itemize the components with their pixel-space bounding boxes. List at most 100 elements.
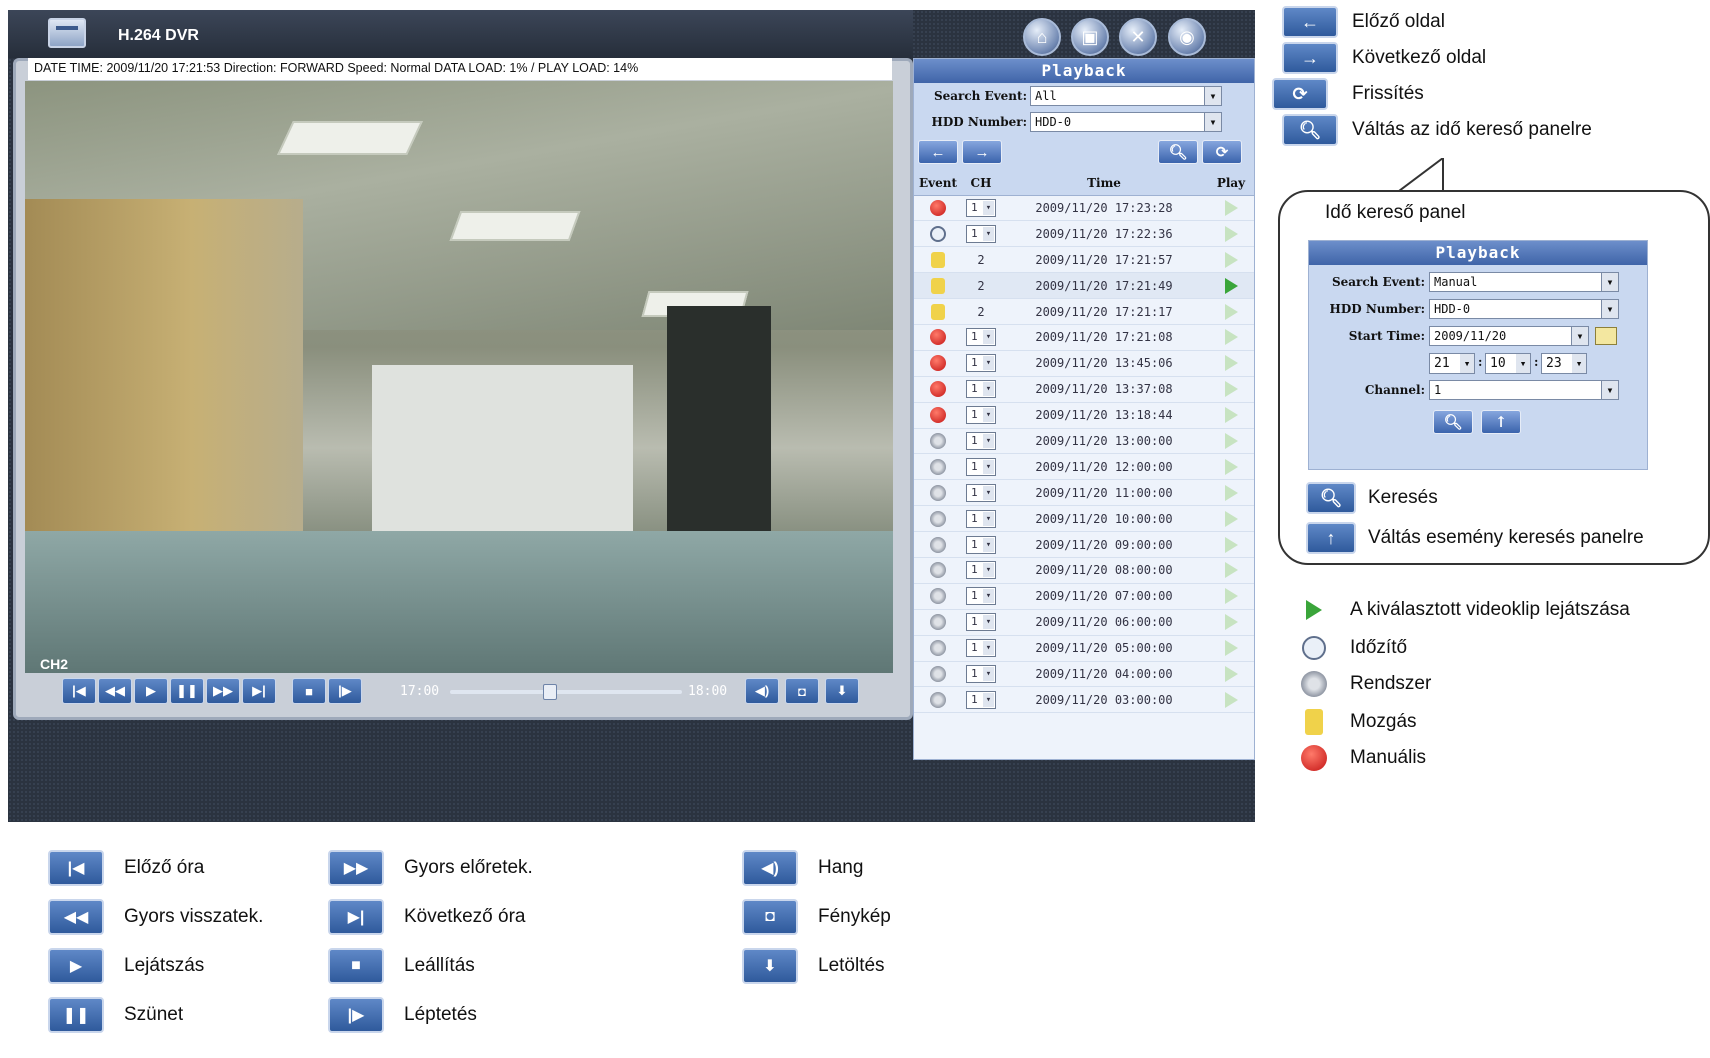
channel-select[interactable]: 1 bbox=[966, 457, 996, 476]
home-icon[interactable]: ⌂ bbox=[1023, 18, 1061, 56]
play-icon[interactable] bbox=[1224, 691, 1238, 708]
audio-button[interactable]: ◀) bbox=[745, 678, 779, 704]
channel-select[interactable]: 1 bbox=[966, 198, 996, 217]
event-row[interactable]: 12009/11/20 08:00:00 bbox=[914, 557, 1254, 584]
legend-prev-page: ← Előző oldal bbox=[1282, 6, 1445, 38]
event-row[interactable]: 12009/11/20 05:00:00 bbox=[914, 635, 1254, 662]
hdd-number-select[interactable]: HDD-0 bbox=[1030, 112, 1222, 132]
channel-select[interactable]: 1 bbox=[966, 639, 996, 658]
ts-switch-event-button[interactable]: ↑ bbox=[1481, 410, 1521, 434]
play-icon[interactable] bbox=[1224, 277, 1238, 294]
event-row[interactable]: 12009/11/20 17:22:36 bbox=[914, 220, 1254, 248]
playback-mode-icon[interactable]: ▣ bbox=[1071, 18, 1109, 56]
channel-select[interactable]: 1 bbox=[966, 406, 996, 425]
event-row[interactable]: 2 2009/11/20 17:21:49 bbox=[914, 272, 1254, 300]
legend-next-hour-text: Következő óra bbox=[404, 906, 526, 927]
network-icon[interactable]: ◉ bbox=[1168, 18, 1206, 56]
channel-select[interactable]: 1 bbox=[966, 690, 996, 709]
channel-select[interactable]: 1 bbox=[966, 509, 996, 528]
channel-select[interactable]: 1 bbox=[966, 535, 996, 554]
play-icon[interactable] bbox=[1224, 381, 1238, 398]
channel-value: 2 bbox=[977, 278, 985, 293]
play-icon[interactable] bbox=[1224, 665, 1238, 682]
tools-icon[interactable]: ✕ bbox=[1119, 18, 1157, 56]
play-icon[interactable] bbox=[1224, 329, 1238, 346]
event-row[interactable]: 12009/11/20 11:00:00 bbox=[914, 479, 1254, 507]
step-button[interactable]: |▶ bbox=[328, 678, 362, 704]
channel-select[interactable]: 1 bbox=[966, 354, 996, 373]
play-icon[interactable] bbox=[1224, 355, 1238, 372]
next-page-button[interactable]: → bbox=[962, 140, 1002, 164]
event-row[interactable]: 12009/11/20 13:00:00 bbox=[914, 428, 1254, 455]
play-icon[interactable] bbox=[1224, 614, 1238, 631]
play-icon[interactable] bbox=[1224, 510, 1238, 527]
snapshot-button[interactable]: ◘ bbox=[785, 678, 819, 704]
play-button[interactable]: ▶ bbox=[134, 678, 168, 704]
event-row[interactable]: 12009/11/20 07:00:00 bbox=[914, 583, 1254, 610]
person-icon bbox=[931, 251, 945, 268]
event-row[interactable]: 12009/11/20 10:00:00 bbox=[914, 505, 1254, 533]
play-icon[interactable] bbox=[1224, 251, 1238, 268]
legend-audio-text: Hang bbox=[818, 857, 864, 878]
rewind-button[interactable]: ◀◀ bbox=[98, 678, 132, 704]
play-icon[interactable] bbox=[1224, 562, 1238, 579]
timeline-slider-thumb[interactable] bbox=[542, 684, 557, 700]
play-icon[interactable] bbox=[1224, 225, 1238, 242]
ts-search-button[interactable]: 🔍︎ bbox=[1433, 410, 1473, 434]
time-search-button[interactable]: 🔍︎ bbox=[1158, 140, 1198, 164]
channel-select[interactable]: 1 bbox=[966, 483, 996, 502]
play-icon[interactable] bbox=[1224, 536, 1238, 553]
play-icon[interactable] bbox=[1224, 484, 1238, 501]
play-icon[interactable] bbox=[1224, 407, 1238, 424]
legend-snapshot-text: Fénykép bbox=[818, 906, 891, 927]
event-row[interactable]: 12009/11/20 06:00:00 bbox=[914, 609, 1254, 636]
channel-select[interactable]: 1 bbox=[966, 328, 996, 347]
channel-select[interactable]: 1 bbox=[966, 561, 996, 580]
channel-select[interactable]: 1 bbox=[966, 224, 996, 243]
ts-search-event-select[interactable]: Manual bbox=[1429, 272, 1619, 292]
channel-select[interactable]: 1 bbox=[966, 664, 996, 683]
event-row[interactable]: 12009/11/20 12:00:00 bbox=[914, 453, 1254, 481]
event-row[interactable]: 12009/11/20 09:00:00 bbox=[914, 531, 1254, 558]
pause-button[interactable]: ❚❚ bbox=[170, 678, 204, 704]
video-playback-view[interactable] bbox=[25, 81, 893, 673]
event-row[interactable]: 12009/11/20 13:18:44 bbox=[914, 402, 1254, 429]
channel-select[interactable]: 1 bbox=[966, 587, 996, 606]
stop-button[interactable]: ■ bbox=[292, 678, 326, 704]
event-row[interactable]: 12009/11/20 04:00:00 bbox=[914, 661, 1254, 688]
channel-select[interactable]: 1 bbox=[966, 380, 996, 399]
event-time: 2009/11/20 17:21:57 bbox=[1000, 246, 1208, 274]
ts-hour-select[interactable]: 21 bbox=[1429, 353, 1475, 374]
search-event-select[interactable]: All bbox=[1030, 86, 1222, 106]
play-icon[interactable] bbox=[1224, 458, 1238, 475]
next-hour-button[interactable]: ▶| bbox=[242, 678, 276, 704]
prev-hour-button[interactable]: |◀ bbox=[62, 678, 96, 704]
event-row[interactable]: 12009/11/20 13:37:08 bbox=[914, 376, 1254, 403]
ts-minute-select[interactable]: 10 bbox=[1485, 353, 1531, 374]
event-row[interactable]: 12009/11/20 03:00:00 bbox=[914, 686, 1254, 714]
play-icon[interactable] bbox=[1224, 432, 1238, 449]
ts-start-date-input[interactable]: 2009/11/20 bbox=[1429, 326, 1589, 346]
event-time: 2009/11/20 10:00:00 bbox=[1000, 505, 1208, 533]
play-icon[interactable] bbox=[1224, 199, 1238, 216]
refresh-button[interactable]: ⟳ bbox=[1202, 140, 1242, 164]
event-row[interactable]: 2 2009/11/20 17:21:57 bbox=[914, 246, 1254, 274]
ts-second-select[interactable]: 23 bbox=[1541, 353, 1587, 374]
download-button[interactable]: ⬇ bbox=[825, 678, 859, 704]
fast-forward-button[interactable]: ▶▶ bbox=[206, 678, 240, 704]
play-icon[interactable] bbox=[1224, 640, 1238, 657]
event-row[interactable]: 12009/11/20 13:45:06 bbox=[914, 350, 1254, 377]
ts-channel-select[interactable]: 1 bbox=[1429, 380, 1619, 400]
event-row[interactable]: 2 2009/11/20 17:21:17 bbox=[914, 298, 1254, 325]
prev-page-button[interactable]: ← bbox=[918, 140, 958, 164]
timeline-slider[interactable] bbox=[450, 684, 682, 700]
channel-select[interactable]: 1 bbox=[966, 613, 996, 632]
event-row[interactable]: 12009/11/20 17:23:28 bbox=[914, 195, 1254, 222]
play-icon[interactable] bbox=[1224, 303, 1238, 320]
timeline-end: 18:00 bbox=[688, 684, 728, 699]
event-row[interactable]: 12009/11/20 17:21:08 bbox=[914, 324, 1254, 351]
calendar-icon[interactable] bbox=[1595, 327, 1617, 345]
play-icon[interactable] bbox=[1224, 588, 1238, 605]
ts-hdd-number-select[interactable]: HDD-0 bbox=[1429, 299, 1619, 319]
channel-select[interactable]: 1 bbox=[966, 431, 996, 450]
